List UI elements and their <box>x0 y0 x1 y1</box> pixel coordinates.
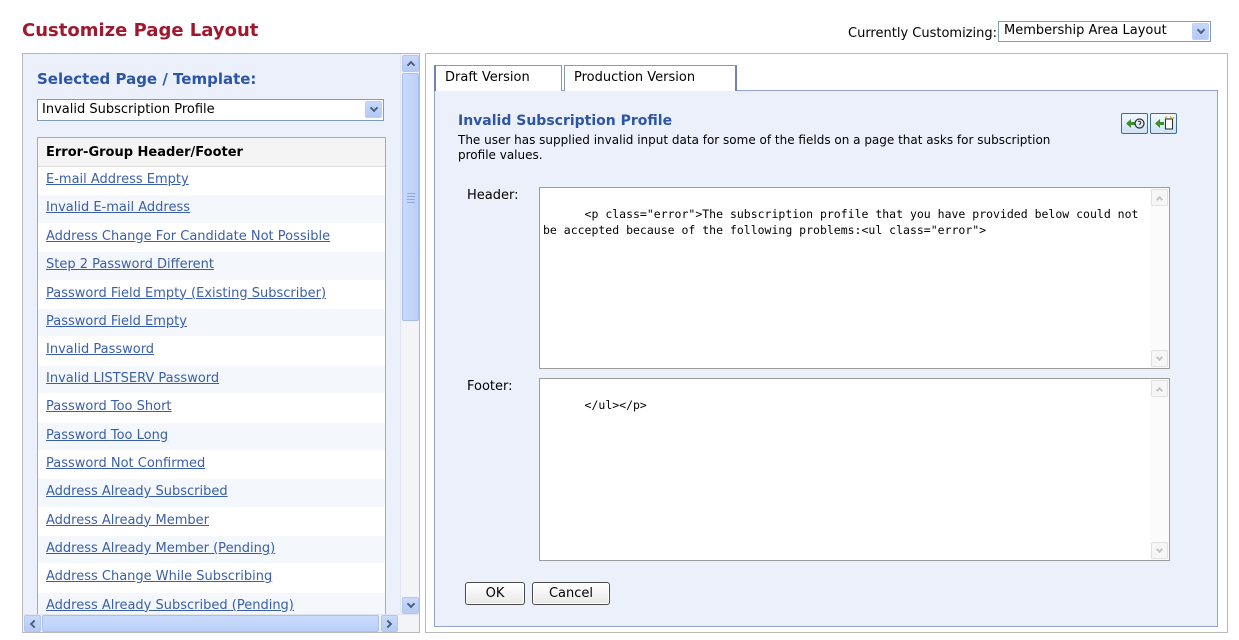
list-item-link[interactable]: E-mail Address Empty <box>46 172 189 187</box>
left-panel: Selected Page / Template: Invalid Subscr… <box>22 53 420 633</box>
chevron-down-icon[interactable] <box>402 597 419 614</box>
list-items: E-mail Address Empty Invalid E-mail Addr… <box>38 167 385 614</box>
horizontal-scrollbar[interactable] <box>23 614 419 632</box>
footer-label: Footer: <box>467 379 513 394</box>
list-item-link[interactable]: Address Already Member <box>46 513 209 528</box>
list-item: Invalid LISTSERV Password <box>38 365 385 395</box>
chevron-right-icon[interactable] <box>381 615 398 632</box>
list-item-link[interactable]: Address Already Subscribed (Pending) <box>46 598 294 613</box>
chevron-down-icon[interactable] <box>1192 23 1209 40</box>
tab-draft-version[interactable]: Draft Version <box>434 65 562 91</box>
list-item: Password Too Short <box>38 394 385 423</box>
list-item-link[interactable]: Address Already Subscribed <box>46 484 228 499</box>
horizontal-scroll-thumb[interactable] <box>42 615 379 632</box>
tab-body: Invalid Subscription Profile The user ha… <box>434 90 1218 627</box>
page-template-select[interactable]: Invalid Subscription Profile <box>37 99 384 121</box>
list-item-link[interactable]: Password Field Empty <box>46 314 187 329</box>
page-title: Customize Page Layout <box>22 20 259 41</box>
list-item: Address Change For Candidate Not Possibl… <box>38 224 385 253</box>
header-label: Header: <box>467 188 519 203</box>
list-item-link[interactable]: Invalid Password <box>46 342 154 357</box>
selected-page-heading: Selected Page / Template: <box>37 70 257 88</box>
insert-template-icon <box>1154 116 1175 130</box>
profile-title: Invalid Subscription Profile <box>458 113 673 129</box>
footer-textarea-scrollbar[interactable] <box>1150 379 1169 560</box>
list-item: Password Field Empty (Existing Subscribe… <box>38 281 385 309</box>
list-item: Address Already Member <box>38 508 385 537</box>
template-list: Error-Group Header/Footer E-mail Address… <box>37 137 386 614</box>
list-item-link[interactable]: Step 2 Password Different <box>46 257 214 272</box>
list-item: Address Already Subscribed (Pending) <box>38 592 385 614</box>
list-item: Address Already Subscribed <box>38 479 385 508</box>
header-textarea-scrollbar[interactable] <box>1150 188 1169 368</box>
cancel-button[interactable]: Cancel <box>532 582 610 605</box>
chevron-up-icon[interactable] <box>1151 189 1168 206</box>
customizing-select-value: Membership Area Layout <box>1004 23 1167 38</box>
chevron-up-icon[interactable] <box>402 55 419 72</box>
list-item-link[interactable]: Password Not Confirmed <box>46 456 205 471</box>
chevron-down-icon[interactable] <box>1151 350 1168 367</box>
customizing-label: Currently Customizing: <box>848 26 997 41</box>
list-item: Address Change While Subscribing <box>38 564 385 593</box>
list-item-link[interactable]: Invalid E-mail Address <box>46 200 190 215</box>
left-panel-content: Selected Page / Template: Invalid Subscr… <box>23 54 401 614</box>
chevron-down-icon[interactable] <box>1151 542 1168 559</box>
page-template-select-value: Invalid Subscription Profile <box>42 102 215 117</box>
footer-textarea[interactable]: </ul></p> <box>539 378 1170 561</box>
list-item-link[interactable]: Address Change For Candidate Not Possibl… <box>46 229 330 244</box>
chevron-down-icon[interactable] <box>365 101 382 118</box>
insert-template-button[interactable] <box>1150 113 1177 134</box>
list-item: Invalid E-mail Address <box>38 195 385 224</box>
list-item: Password Too Long <box>38 422 385 451</box>
vertical-scroll-thumb[interactable] <box>402 73 419 321</box>
insert-variable-button[interactable] <box>1121 113 1148 134</box>
list-item: Address Already Member (Pending) <box>38 536 385 565</box>
list-item-link[interactable]: Invalid LISTSERV Password <box>46 371 219 386</box>
insert-variable-icon <box>1125 118 1145 129</box>
tab-production-version[interactable]: Production Version <box>564 65 737 91</box>
list-item-link[interactable]: Address Already Member (Pending) <box>46 541 275 556</box>
chevron-up-icon[interactable] <box>1151 380 1168 397</box>
ok-button[interactable]: OK <box>465 582 525 605</box>
right-panel: Invalid Subscription Profile The user ha… <box>425 53 1228 633</box>
list-header: Error-Group Header/Footer <box>38 138 385 167</box>
customizing-select[interactable]: Membership Area Layout <box>998 21 1211 42</box>
chevron-left-icon[interactable] <box>24 615 41 632</box>
list-item-link[interactable]: Address Change While Subscribing <box>46 569 272 584</box>
list-item: E-mail Address Empty <box>38 167 385 196</box>
list-item-link[interactable]: Password Field Empty (Existing Subscribe… <box>46 286 326 301</box>
list-item: Invalid Password <box>38 337 385 366</box>
list-item: Password Not Confirmed <box>38 451 385 480</box>
list-item: Step 2 Password Different <box>38 252 385 281</box>
list-item: Password Field Empty <box>38 308 385 338</box>
profile-description: The user has supplied invalid input data… <box>458 133 1051 162</box>
footer-textarea-value: </ul></p> <box>584 398 647 412</box>
list-item-link[interactable]: Password Too Long <box>46 428 168 443</box>
vertical-scrollbar[interactable] <box>400 54 419 616</box>
header-textarea[interactable]: <p class="error">The subscription profil… <box>539 187 1170 369</box>
list-item-link[interactable]: Password Too Short <box>46 399 172 414</box>
header-textarea-value: <p class="error">The subscription profil… <box>543 207 1146 237</box>
